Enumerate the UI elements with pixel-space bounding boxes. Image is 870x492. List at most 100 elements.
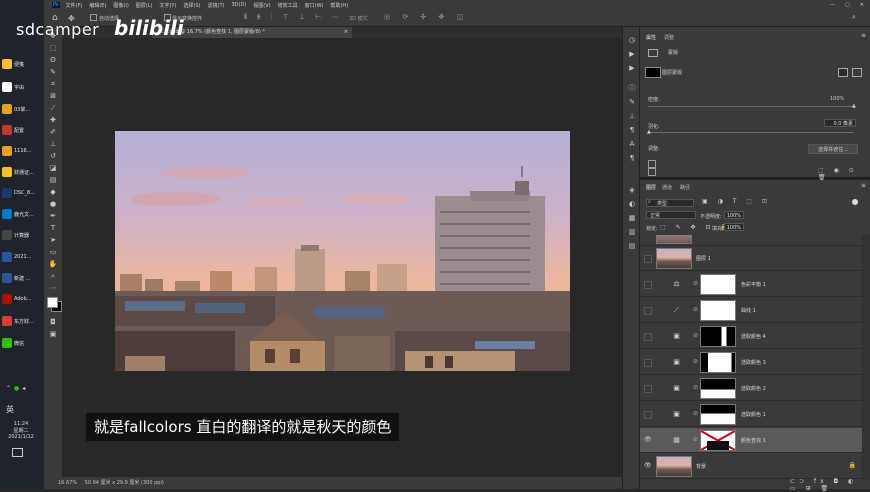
libraries-icon[interactable]: ▤ — [627, 241, 637, 251]
healing-brush-icon[interactable]: ✚ — [48, 115, 58, 125]
panel-menu-icon[interactable]: ≡ — [861, 32, 866, 39]
taskbar-item[interactable]: 2021... — [2, 248, 42, 266]
path-select-icon[interactable]: ➤ — [48, 235, 58, 245]
menu-item[interactable]: 滤镜(T) — [208, 2, 225, 9]
pixel-mask-button[interactable] — [838, 68, 848, 77]
visibility-toggle[interactable] — [644, 359, 652, 367]
layer-filter-select[interactable]: 类型 — [646, 199, 694, 207]
eraser-tool-icon[interactable]: ◪ — [48, 163, 58, 173]
layer-mask-thumbnail[interactable] — [700, 326, 736, 347]
menu-item[interactable]: 选择(S) — [183, 2, 200, 9]
tab-channels[interactable]: 通道 — [662, 184, 672, 191]
layer-name[interactable]: 选取颜色 1 — [741, 411, 766, 418]
speaker-icon[interactable]: ◂ — [22, 385, 25, 392]
tab-paths[interactable]: 路径 — [680, 184, 690, 191]
quick-select-tool-icon[interactable]: ✎ — [48, 67, 58, 77]
taskbar-item[interactable]: 微信 — [2, 334, 42, 352]
stamp-tool-icon[interactable]: ⊥ — [48, 139, 58, 149]
feather-slider[interactable] — [648, 132, 854, 133]
chevron-up-icon[interactable]: ⌃ — [6, 385, 11, 392]
close-icon[interactable]: ✕ — [860, 2, 864, 8]
brush-tool-icon[interactable]: ✐ — [48, 127, 58, 137]
tab-layers[interactable]: 图层 — [646, 184, 656, 191]
taskbar-item[interactable]: 1116... — [2, 142, 42, 160]
3d-tool-icons[interactable]: ◎ ⟳ ✣ ✥ ◫ — [384, 13, 468, 21]
ime-indicator[interactable]: 英 — [6, 404, 36, 415]
crop-tool-icon[interactable]: ⌗ — [48, 79, 58, 89]
wechat-tray-icon[interactable]: ● — [14, 385, 19, 392]
layer-name[interactable]: 选取颜色 3 — [741, 359, 766, 366]
actions-panel-icon[interactable]: ▶ — [627, 49, 637, 59]
menu-item[interactable]: 视图(V) — [253, 2, 270, 9]
taskbar-item[interactable]: 财通证... — [2, 163, 42, 181]
taskbar-item[interactable]: 便笺 — [2, 55, 42, 73]
blur-tool-icon[interactable]: ◆ — [48, 187, 58, 197]
link-icon[interactable]: ⊘ — [693, 306, 698, 313]
visibility-toggle[interactable] — [644, 307, 652, 315]
menu-item[interactable]: 图层(L) — [136, 2, 153, 9]
menu-item[interactable]: 帮助(H) — [330, 2, 348, 9]
density-value[interactable]: 100% — [830, 96, 844, 102]
layer-mask-thumbnail[interactable] — [700, 430, 736, 451]
menu-item[interactable]: 图像(I) — [113, 2, 128, 9]
eye-icon[interactable]: 👁 — [644, 463, 652, 469]
taskbar-item[interactable]: 配置 — [2, 121, 42, 139]
density-slider-thumb[interactable]: ▲ — [852, 103, 856, 109]
screen-mode-icon[interactable]: ▣ — [48, 329, 58, 339]
layer-row[interactable]: ▣ ⊘ 选取颜色 4 — [640, 324, 862, 349]
invert-icon[interactable] — [648, 168, 656, 176]
layer-row[interactable]: ▣ ⊘ 选取颜色 1 — [640, 402, 862, 427]
menu-item[interactable]: 增效工具 — [278, 2, 298, 9]
clone-source-icon[interactable]: ⊥ — [627, 111, 637, 121]
tab-close-icon[interactable]: × — [344, 27, 348, 38]
glyphs-icon[interactable]: ¶ — [627, 153, 637, 163]
color-panel-icon[interactable]: ◐ — [627, 199, 637, 209]
menu-item[interactable]: 窗口(W) — [305, 2, 324, 9]
pen-tool-icon[interactable]: ✒ — [48, 211, 58, 221]
layer-name[interactable]: 图层 1 — [696, 255, 711, 262]
history-panel-icon[interactable]: ◷ — [627, 35, 637, 45]
more-tools-icon[interactable]: ⋯ — [48, 283, 58, 293]
mask-actions-icons[interactable]: ⬚ ◉ ⊙ 🗑 — [818, 167, 870, 181]
layer-row[interactable]: 👁 背景 🔒 — [640, 454, 862, 479]
frame-tool-icon[interactable]: ⊠ — [48, 91, 58, 101]
layer-row[interactable]: ▣ ⊘ 选取颜色 3 — [640, 350, 862, 375]
link-icon[interactable]: ⊘ — [693, 436, 698, 443]
layer-name[interactable]: 选取颜色 4 — [741, 333, 766, 340]
link-icon[interactable]: ⊘ — [693, 280, 698, 287]
info-panel-icon[interactable]: ⓘ — [627, 83, 637, 93]
layer-name[interactable]: 背景 — [696, 463, 706, 470]
visibility-toggle[interactable] — [644, 385, 652, 393]
align-icons[interactable]: ⫴ ⫵ ⫶ ⊤ ⊥ ⊢ ⋯ — [244, 13, 343, 22]
tab-adjustments[interactable]: 调整 — [664, 34, 674, 41]
canvas-photo[interactable] — [115, 131, 570, 371]
layer-list-scrollbar[interactable] — [862, 235, 870, 480]
marquee-tool-icon[interactable]: ⬚ — [48, 43, 58, 53]
opacity-value[interactable]: 100% — [724, 211, 744, 219]
layer-row[interactable]: ▣ ⊘ 选取颜色 2 — [640, 376, 862, 401]
foreground-color-swatch[interactable] — [47, 297, 58, 308]
taskbar-item[interactable]: 东方财... — [2, 312, 42, 330]
menu-item[interactable]: 编辑(E) — [89, 2, 106, 9]
visibility-toggle[interactable] — [644, 255, 652, 263]
layer-name[interactable]: 颜色查找 1 — [741, 437, 766, 444]
dodge-tool-icon[interactable]: ● — [48, 199, 58, 209]
link-icon[interactable]: ⊘ — [693, 410, 698, 417]
swatches-icon[interactable]: ▦ — [627, 213, 637, 223]
layer-mask-thumbnail[interactable] — [700, 378, 736, 399]
hand-tool-icon[interactable]: ✋ — [48, 259, 58, 269]
vector-mask-button[interactable] — [852, 68, 862, 77]
taskbar-item[interactable]: 新建 ... — [2, 269, 42, 287]
filter-type-icons[interactable]: ▣ ◑ T ⬚ ⊡ — [702, 198, 771, 205]
visibility-toggle[interactable] — [644, 333, 652, 341]
color-range-icon[interactable] — [648, 160, 656, 168]
shape-tool-icon[interactable]: ▭ — [48, 247, 58, 257]
layer-mask-thumbnail[interactable] — [700, 352, 736, 373]
minimize-icon[interactable]: — — [830, 2, 835, 8]
feather-slider-thumb[interactable]: ▲ — [647, 129, 651, 135]
filter-toggle[interactable] — [852, 199, 858, 205]
layer-name[interactable]: 选取颜色 2 — [741, 385, 766, 392]
fill-value[interactable]: 100% — [724, 223, 744, 231]
zoom-level[interactable]: 16.67% — [58, 480, 77, 486]
link-icon[interactable]: ⊘ — [693, 358, 698, 365]
